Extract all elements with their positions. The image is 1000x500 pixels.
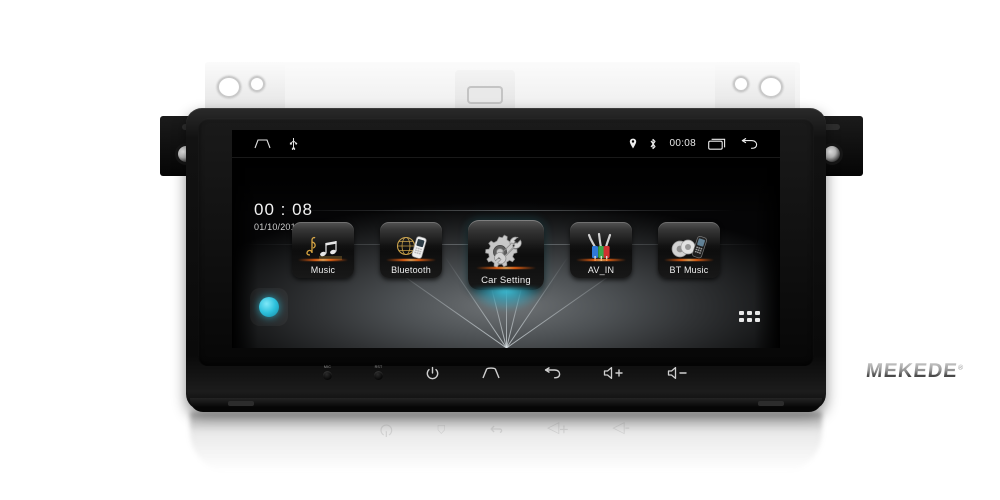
- reflected-volume-up-icon: ◁+: [546, 420, 569, 437]
- app-tile-bluetooth-label: Bluetooth: [391, 265, 431, 275]
- rca-cables-icon: [582, 232, 620, 268]
- mic-label: MIC: [323, 364, 332, 369]
- bracket-hole-left-a: [217, 76, 241, 98]
- back-button[interactable]: [542, 366, 561, 380]
- mic-hole: MIC: [323, 364, 332, 381]
- app-tile-music-accent: [298, 259, 348, 261]
- side-bracket-right-screw: [824, 146, 840, 162]
- home-wallpaper: 00 : 08 01/10/2016 Music Bluetooth Car S…: [232, 158, 780, 348]
- home-dot-button[interactable]: [250, 288, 288, 326]
- power-button[interactable]: [425, 366, 440, 381]
- usb-icon[interactable]: [289, 137, 298, 150]
- app-tile-car-setting-label: Car Setting: [481, 275, 531, 286]
- app-tile-bluetooth[interactable]: Bluetooth: [380, 222, 442, 278]
- bluetooth-icon: [649, 138, 657, 150]
- app-tile-car-setting-face: Car Setting: [468, 220, 544, 290]
- app-tile-bt-music-label: BT Music: [669, 265, 709, 275]
- reflected-home-icon: ⌂: [436, 421, 447, 438]
- gear-wrench-icon: [481, 233, 531, 278]
- home-dot-indicator: [259, 297, 279, 317]
- home-button[interactable]: [482, 367, 500, 379]
- drawer-dot: [739, 318, 744, 322]
- app-tile-av-in-label: AV_IN: [587, 265, 615, 275]
- recent-apps-icon[interactable]: [708, 138, 727, 150]
- volume-up-button[interactable]: [603, 366, 625, 380]
- bracket-center-tab-hole: [467, 86, 503, 104]
- drawer-dot: [755, 311, 760, 315]
- wallpaper-horizon-line-1: [275, 210, 737, 211]
- app-tile-row: Music Bluetooth Car Setting AV_IN BT Mus…: [232, 220, 780, 318]
- drawer-dot: [747, 311, 752, 315]
- hardware-key-row: MIC RST: [232, 356, 780, 390]
- app-tile-music-label: Music: [310, 265, 336, 275]
- reset-label: RST: [374, 364, 383, 369]
- reflected-back-icon: ↩: [489, 420, 504, 437]
- reset-hole[interactable]: RST: [374, 364, 383, 381]
- drawer-dot: [755, 318, 760, 322]
- app-tile-av-in-accent: [576, 259, 626, 261]
- app-tile-av-in-face: AV_IN: [570, 222, 632, 278]
- headphones-phone-icon: [669, 234, 709, 267]
- brand-logo-text: MEKEDE: [865, 360, 960, 382]
- drawer-dot: [747, 318, 752, 322]
- brand-logo: MEKEDE®: [865, 360, 965, 383]
- bracket-ear-right: [715, 62, 795, 112]
- app-tile-bluetooth-face: Bluetooth: [380, 222, 442, 278]
- app-drawer-button[interactable]: [739, 311, 760, 322]
- wallpaper-top-vignette: [232, 158, 780, 216]
- app-tile-bt-music-face: BT Music: [658, 222, 720, 278]
- head-unit-bottom-edge: [190, 398, 822, 412]
- app-tile-car-setting[interactable]: Car Setting: [462, 220, 550, 318]
- bracket-ear-left: [205, 62, 285, 112]
- app-tile-av-in[interactable]: AV_IN: [570, 222, 632, 278]
- app-tile-bluetooth-accent: [386, 259, 436, 261]
- status-bar-clock: 00:08: [669, 138, 696, 149]
- location-pin-icon: [629, 138, 637, 149]
- drawer-dot: [739, 311, 744, 315]
- bracket-hole-left-b: [249, 76, 265, 92]
- bracket-hole-right-b: [759, 76, 783, 98]
- reflected-power-icon: ⏻: [380, 421, 393, 438]
- app-tile-music[interactable]: Music: [292, 222, 354, 278]
- reset-hole-opening: [374, 371, 383, 381]
- surface-reflection-keys: ⏻ ⌂ ↩ ◁+ ◁-: [380, 418, 630, 440]
- app-tile-bt-music-accent: [664, 259, 714, 261]
- bracket-hole-right-a: [733, 76, 749, 92]
- back-icon[interactable]: [739, 137, 758, 150]
- home-icon[interactable]: [254, 138, 271, 149]
- brand-trademark-symbol: ®: [957, 364, 965, 372]
- bottom-vent-right: [758, 401, 784, 406]
- touchscreen-display[interactable]: 00:08 00: 08 01/10/2016 Music Bluetooth…: [232, 130, 780, 348]
- reflected-volume-down-icon: ◁-: [612, 420, 630, 437]
- selected-tile-glow: [462, 288, 550, 318]
- bluetooth-phone-icon: [392, 234, 430, 267]
- volume-down-button[interactable]: [667, 366, 689, 380]
- android-status-bar: 00:08: [232, 130, 780, 158]
- app-tile-car-setting-accent: [475, 267, 537, 269]
- clock-time: 00 : 08: [254, 200, 313, 219]
- product-photo-scene: 00:08 00: 08 01/10/2016 Music Bluetooth…: [0, 0, 1000, 500]
- bottom-vent-left: [228, 401, 254, 406]
- app-tile-music-face: Music: [292, 222, 354, 278]
- mic-hole-opening: [323, 371, 332, 381]
- app-tile-bt-music[interactable]: BT Music: [658, 222, 720, 278]
